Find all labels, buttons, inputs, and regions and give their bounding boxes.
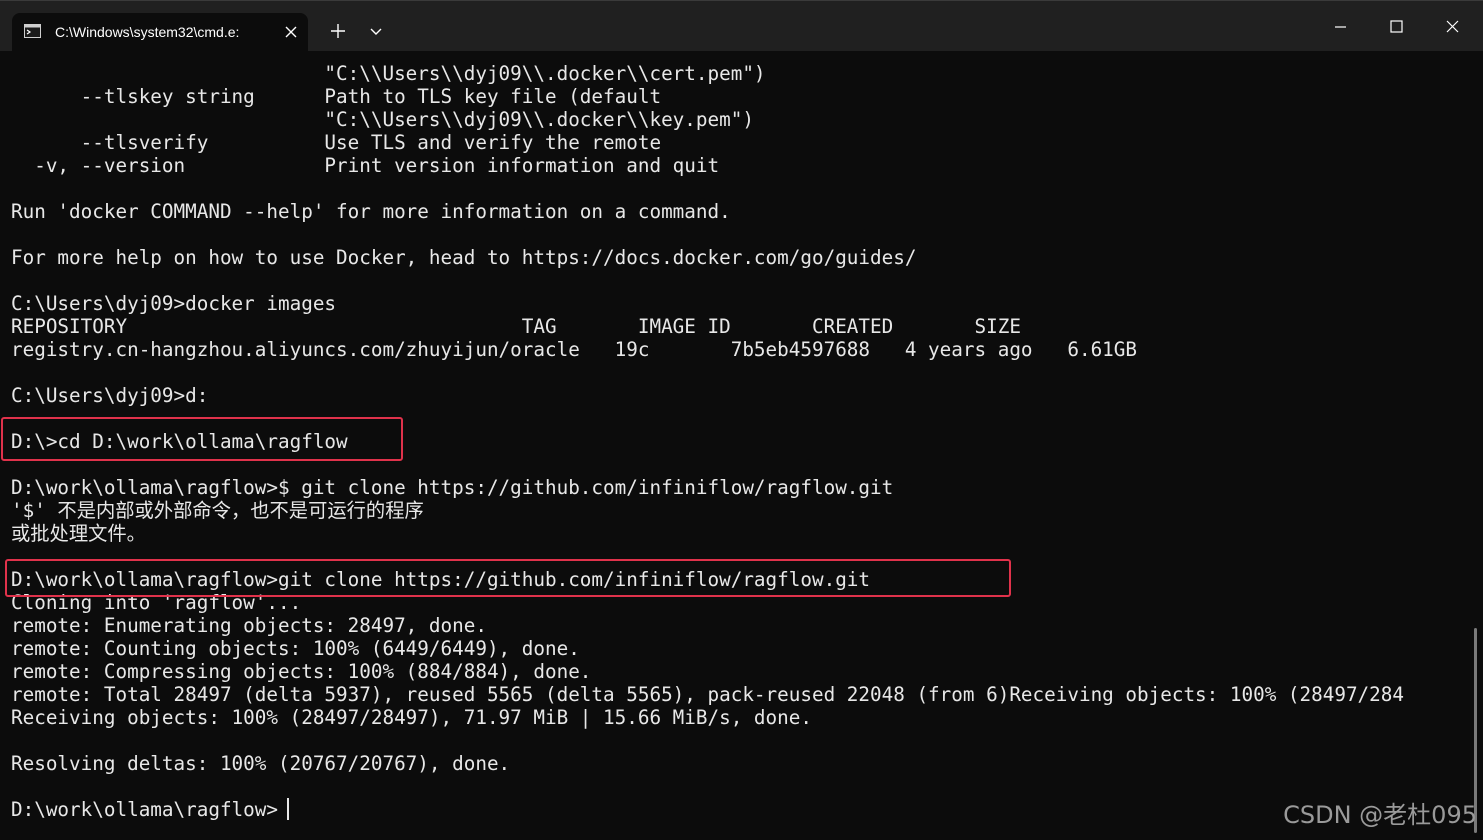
chevron-down-icon[interactable] <box>364 19 388 43</box>
terminal-line: C:\Users\dyj09>d: <box>11 384 209 407</box>
terminal-line: Resolving deltas: 100% (20767/20767), do… <box>11 752 511 775</box>
terminal-line: D:\work\ollama\ragflow> <box>11 798 278 821</box>
watermark: CSDN @老杜095 <box>1283 801 1477 829</box>
terminal-line: C:\Users\dyj09>docker images <box>11 292 337 315</box>
terminal-line: '$' 不是内部或外部命令，也不是可运行的程序 <box>11 499 424 522</box>
terminal-output[interactable]: "C:\\Users\\dyj09\\.docker\\cert.pem") -… <box>11 62 1461 832</box>
terminal-line: REPOSITORY TAG IMAGE ID CREATED SIZE <box>11 315 1021 338</box>
terminal-line: D:\work\ollama\ragflow>git clone https:/… <box>11 568 871 591</box>
terminal-line: "C:\\Users\\dyj09\\.docker\\key.pem") <box>11 108 754 131</box>
terminal-line: registry.cn-hangzhou.aliyuncs.com/zhuyij… <box>11 338 1138 361</box>
terminal-line: remote: Enumerating objects: 28497, done… <box>11 614 487 637</box>
terminal-line: For more help on how to use Docker, head… <box>11 246 917 269</box>
terminal-line: -v, --version Print version information … <box>11 154 720 177</box>
tab-cmd[interactable]: C:\Windows\system32\cmd.e: <box>12 13 308 51</box>
terminal-line: --tlsverify Use TLS and verify the remot… <box>11 131 662 154</box>
terminal-line: 或批处理文件。 <box>11 522 146 545</box>
terminal-line: --tlskey string Path to TLS key file (de… <box>11 85 662 108</box>
terminal-window: C:\Windows\system32\cmd.e: "C:\\Users\\d… <box>0 0 1483 840</box>
plus-icon[interactable] <box>326 19 350 43</box>
terminal-line: D:\>cd D:\work\ollama\ragflow <box>11 430 348 453</box>
text-cursor <box>287 798 289 820</box>
minimize-icon[interactable] <box>1318 6 1362 46</box>
terminal-line: D:\work\ollama\ragflow>$ git clone https… <box>11 476 894 499</box>
title-bar[interactable]: C:\Windows\system32\cmd.e: <box>0 1 1483 51</box>
close-icon[interactable] <box>1430 6 1474 46</box>
terminal-line: remote: Counting objects: 100% (6449/644… <box>11 637 580 660</box>
terminal-line: remote: Compressing objects: 100% (884/8… <box>11 660 592 683</box>
terminal-line: remote: Total 28497 (delta 5937), reused… <box>11 683 1404 706</box>
terminal-line: "C:\\Users\\dyj09\\.docker\\cert.pem") <box>11 62 766 85</box>
terminal-line: Run 'docker COMMAND --help' for more inf… <box>11 200 731 223</box>
terminal-line: Receiving objects: 100% (28497/28497), 7… <box>11 706 812 729</box>
tab-title: C:\Windows\system32\cmd.e: <box>55 24 240 40</box>
terminal-icon <box>24 24 41 38</box>
terminal-line: Cloning into 'ragflow'... <box>11 591 302 614</box>
close-icon[interactable] <box>280 21 302 43</box>
maximize-icon[interactable] <box>1374 6 1418 46</box>
